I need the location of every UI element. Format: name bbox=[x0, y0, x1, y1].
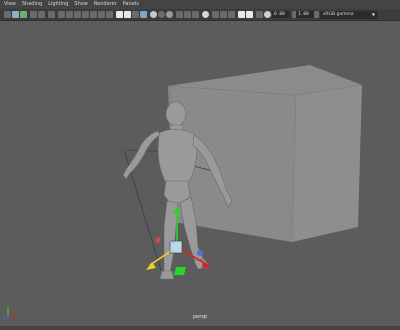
grid-icon[interactable] bbox=[58, 11, 65, 18]
exposure-field[interactable]: 0.00 bbox=[272, 11, 290, 18]
shadows-icon[interactable] bbox=[158, 11, 165, 18]
viewport-scene[interactable] bbox=[0, 21, 400, 326]
film-gate-icon[interactable] bbox=[66, 11, 73, 18]
gate-mask-icon[interactable] bbox=[82, 11, 89, 18]
camera-attributes-icon[interactable] bbox=[12, 11, 19, 18]
character-right-foot bbox=[193, 258, 211, 270]
axis-z-icon bbox=[2, 315, 9, 321]
2d-pan-icon[interactable] bbox=[38, 11, 45, 18]
use-all-lights-icon[interactable] bbox=[150, 11, 157, 18]
resolution-gate-icon[interactable] bbox=[74, 11, 81, 18]
field-chart-icon[interactable] bbox=[90, 11, 97, 18]
select-camera-icon[interactable] bbox=[4, 11, 11, 18]
character-left-foot bbox=[159, 270, 175, 280]
panel-toolbar: 0.00 1.00 sRGB gamma ▼ bbox=[0, 9, 400, 21]
menu-lighting[interactable]: Lighting bbox=[48, 0, 68, 9]
view-axis-icon bbox=[2, 307, 17, 321]
color-space-value: sRGB gamma bbox=[323, 12, 354, 17]
3d-viewport[interactable] bbox=[0, 21, 400, 326]
plane-handle-icon[interactable] bbox=[174, 267, 186, 275]
smooth-shade-icon[interactable] bbox=[124, 11, 131, 18]
hud-icon[interactable] bbox=[246, 11, 253, 18]
screen-space-ao-icon[interactable] bbox=[166, 11, 173, 18]
bookmark-icon[interactable] bbox=[20, 11, 27, 18]
x-axis-arrow-icon[interactable] bbox=[146, 262, 156, 270]
color-space-dropdown[interactable]: sRGB gamma ▼ bbox=[320, 11, 378, 19]
menu-panels[interactable]: Panels bbox=[123, 0, 139, 9]
view-transform-icon[interactable] bbox=[314, 11, 319, 18]
safe-action-icon[interactable] bbox=[98, 11, 105, 18]
pole-vector-icon[interactable] bbox=[155, 237, 161, 243]
camera-name-label: persp bbox=[192, 314, 208, 320]
grease-pencil-icon[interactable] bbox=[48, 11, 55, 18]
character-torso bbox=[157, 128, 198, 184]
menu-renderer[interactable]: Renderer bbox=[94, 0, 117, 9]
cube-mesh[interactable] bbox=[167, 65, 363, 243]
menu-shading[interactable]: Shading bbox=[22, 0, 42, 9]
panel-menu-bar: View Shading Lighting Show Renderer Pane… bbox=[0, 0, 400, 9]
safe-title-icon[interactable] bbox=[106, 11, 113, 18]
isolate-select-icon[interactable] bbox=[202, 11, 209, 18]
exposure-icon[interactable] bbox=[256, 11, 263, 18]
backface-culling-icon[interactable] bbox=[238, 11, 245, 18]
menu-view[interactable]: View bbox=[4, 0, 16, 9]
exposure-reset-icon[interactable] bbox=[264, 11, 271, 18]
character-left-arm bbox=[122, 130, 161, 180]
wireframe-on-shaded-icon[interactable] bbox=[132, 11, 139, 18]
image-plane-icon[interactable] bbox=[30, 11, 37, 18]
xray-active-icon[interactable] bbox=[220, 11, 227, 18]
center-handle-icon[interactable] bbox=[169, 240, 183, 254]
gamma-field[interactable]: 1.00 bbox=[296, 11, 314, 18]
maya-viewport-panel: View Shading Lighting Show Renderer Pane… bbox=[0, 0, 400, 326]
textured-icon[interactable] bbox=[140, 11, 147, 18]
depth-of-field-icon[interactable] bbox=[192, 11, 199, 18]
motion-blur-icon[interactable] bbox=[176, 11, 183, 18]
wireframe-icon[interactable] bbox=[116, 11, 123, 18]
multisample-aa-icon[interactable] bbox=[184, 11, 191, 18]
menu-show[interactable]: Show bbox=[74, 0, 88, 9]
pole-vector-icon[interactable] bbox=[197, 250, 203, 256]
xray-joints-icon[interactable] bbox=[228, 11, 235, 18]
character-head bbox=[165, 101, 187, 127]
xray-icon[interactable] bbox=[212, 11, 219, 18]
chevron-down-icon: ▼ bbox=[371, 12, 375, 17]
